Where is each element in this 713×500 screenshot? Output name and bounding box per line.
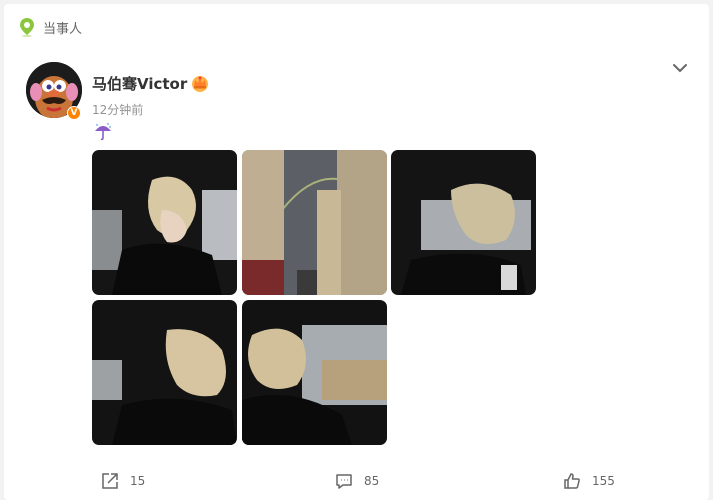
- comment-icon: [336, 474, 352, 489]
- comment-count: 85: [364, 474, 380, 488]
- chevron-down-icon[interactable]: [670, 60, 690, 76]
- location-pin-icon: [20, 18, 34, 37]
- author-name[interactable]: 马伯骞Victor: [92, 73, 187, 94]
- photo-1[interactable]: [92, 150, 237, 295]
- post-card: 当事人 V 马伯骞Victor 12分钟前 15 85 155: [4, 4, 709, 500]
- verified-badge: V: [67, 106, 81, 120]
- like-count: 155: [592, 474, 615, 488]
- crown-badge-icon[interactable]: [190, 74, 210, 92]
- comment-button[interactable]: 85: [334, 470, 379, 492]
- photo-4[interactable]: [92, 300, 237, 445]
- photo-3[interactable]: [391, 150, 536, 295]
- share-count: 15: [130, 474, 146, 488]
- umbrella-rain-emoji-icon: [95, 123, 111, 141]
- post-time[interactable]: 12分钟前: [92, 101, 143, 118]
- like-button[interactable]: 155: [562, 470, 615, 492]
- share-icon: [102, 473, 118, 489]
- thumbs-up-icon: [564, 473, 580, 489]
- share-button[interactable]: 15: [100, 470, 145, 492]
- photo-2[interactable]: [242, 150, 387, 295]
- source-label: 当事人: [18, 16, 82, 38]
- photo-5[interactable]: [242, 300, 387, 445]
- source-label-text: 当事人: [43, 21, 83, 37]
